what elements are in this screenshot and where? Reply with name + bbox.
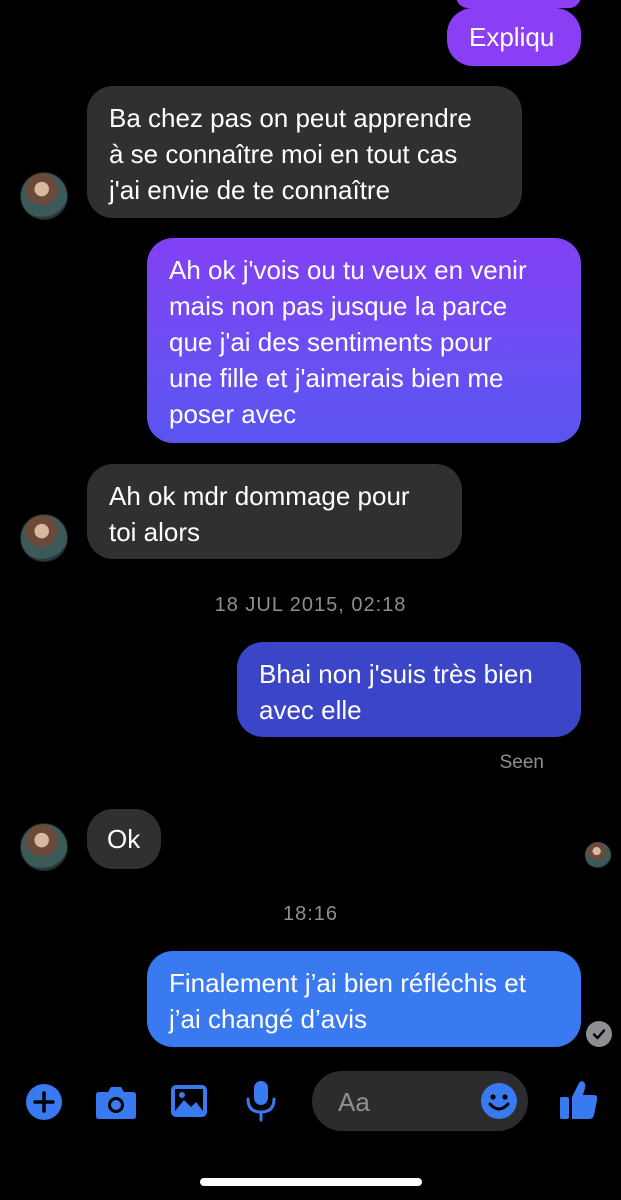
- contact-avatar[interactable]: [20, 172, 68, 220]
- microphone-icon[interactable]: [245, 1080, 277, 1127]
- outgoing-message[interactable]: Bhai non j'suis très bien avec elle: [237, 642, 581, 737]
- outgoing-message[interactable]: Expliqu: [447, 8, 581, 66]
- read-receipt-avatar: [585, 842, 611, 868]
- message-line: que j'ai des sentiments pour: [169, 327, 492, 357]
- message-composer[interactable]: [312, 1071, 528, 1131]
- message-line: j’ai changé d’avis: [169, 1004, 368, 1034]
- incoming-message[interactable]: Ok: [87, 809, 161, 869]
- contact-avatar[interactable]: [20, 823, 68, 871]
- message-line: Ah ok j'vois ou tu veux en venir: [169, 255, 527, 285]
- message-text: Expliqu: [469, 22, 555, 52]
- image-icon[interactable]: [170, 1084, 208, 1123]
- message-line: toi alors: [109, 517, 201, 547]
- contact-avatar[interactable]: [20, 514, 68, 562]
- message-line: Ah ok mdr dommage pour: [109, 481, 410, 511]
- emoji-icon[interactable]: [480, 1082, 518, 1125]
- seen-label: Seen: [499, 752, 544, 773]
- message-text: Ok: [107, 824, 141, 854]
- message-line: j'ai envie de te connaître: [109, 175, 391, 205]
- message-line: mais non pas jusque la parce: [169, 291, 508, 321]
- outgoing-message[interactable]: Ah ok j'vois ou tu veux en venir mais no…: [147, 238, 581, 443]
- delivered-check-icon: [586, 1021, 612, 1047]
- incoming-message[interactable]: Ah ok mdr dommage pour toi alors: [87, 464, 462, 559]
- message-line: Ba chez pas on peut apprendre: [109, 103, 472, 133]
- plus-icon[interactable]: [25, 1083, 63, 1126]
- message-line: à se connaître moi en tout cas: [109, 139, 458, 169]
- message-line: poser avec: [169, 399, 297, 429]
- message-line: une fille et j'aimerais bien me: [169, 363, 504, 393]
- thumbs-up-icon[interactable]: [559, 1079, 599, 1126]
- message-line: avec elle: [259, 695, 362, 725]
- timestamp: 18:16: [282, 903, 339, 925]
- camera-icon[interactable]: [95, 1084, 137, 1125]
- timestamp: 18 JUL 2015, 02:18: [214, 594, 407, 616]
- message-line: Bhai non j'suis très bien: [259, 659, 533, 689]
- outgoing-message[interactable]: Finalement j’ai bien réfléchis et j’ai c…: [147, 951, 581, 1047]
- message-input[interactable]: [336, 1083, 480, 1121]
- outgoing-message[interactable]: [456, 0, 581, 8]
- message-line: Finalement j’ai bien réfléchis et: [169, 968, 526, 998]
- incoming-message[interactable]: Ba chez pas on peut apprendre à se conna…: [87, 86, 522, 218]
- home-indicator[interactable]: [200, 1178, 422, 1186]
